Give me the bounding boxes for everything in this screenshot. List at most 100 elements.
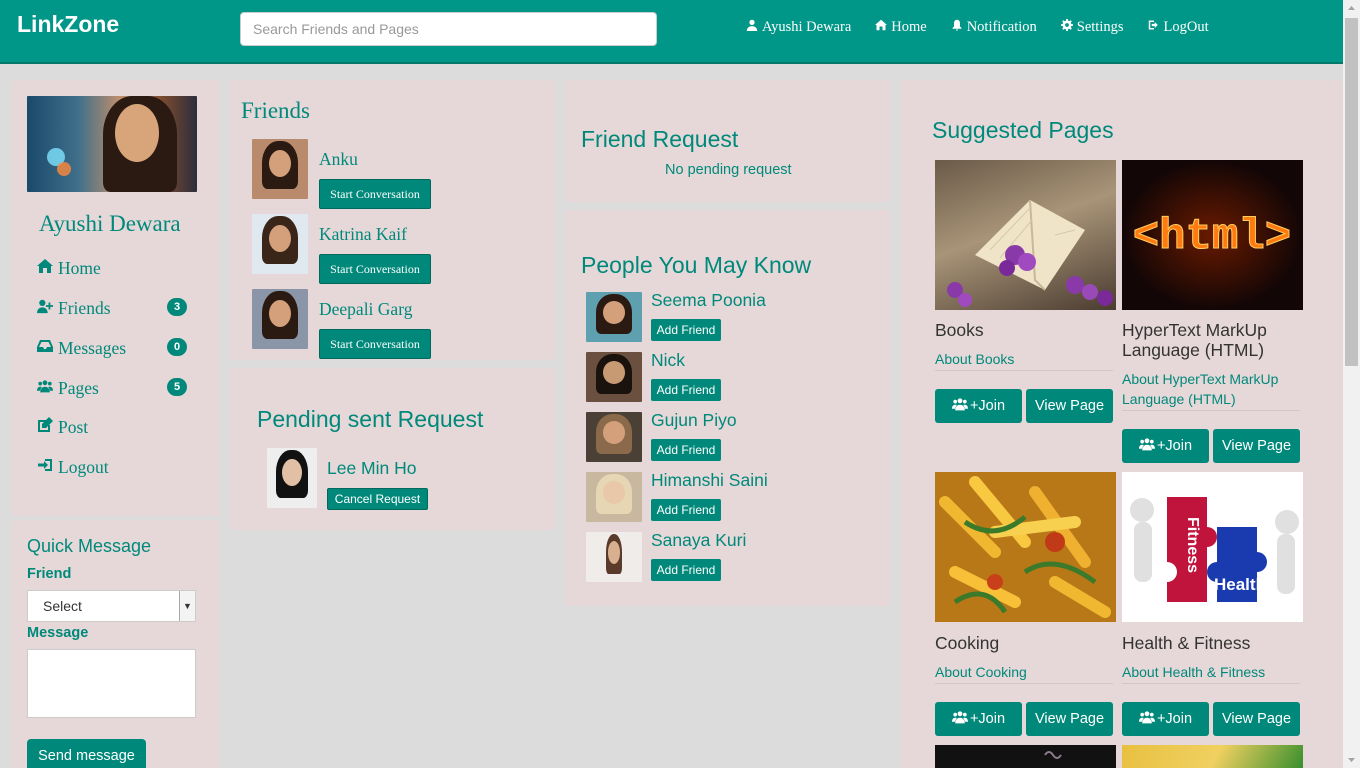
logout-icon xyxy=(1148,19,1160,36)
sidebar-item-friends[interactable]: Friends xyxy=(37,298,111,319)
sidebar-item-logout[interactable]: Logout xyxy=(37,457,109,478)
person-avatar[interactable] xyxy=(586,352,642,402)
profile-username[interactable]: Ayushi Dewara xyxy=(39,211,181,237)
start-conversation-button[interactable]: Start Conversation xyxy=(319,254,431,284)
join-page-button[interactable]: +Join xyxy=(935,702,1022,736)
message-textarea[interactable] xyxy=(27,649,196,718)
view-page-button[interactable]: View Page xyxy=(1213,429,1300,463)
user-icon xyxy=(746,19,758,36)
add-friend-button[interactable]: Add Friend xyxy=(651,559,721,581)
cooking-page-image[interactable] xyxy=(935,472,1116,622)
page-image-partial[interactable] xyxy=(1122,745,1303,768)
friend-avatar[interactable] xyxy=(252,289,308,349)
nav-logout-label: LogOut xyxy=(1163,19,1209,35)
person-name[interactable]: Sanaya Kuri xyxy=(651,530,746,551)
people-you-may-know-panel: People You May Know Seema Poonia Add Fri… xyxy=(565,210,890,606)
page-title[interactable]: Cooking xyxy=(935,633,1116,653)
page-title[interactable]: HyperText MarkUp Language (HTML) xyxy=(1122,320,1303,360)
html-page-image[interactable]: <html> xyxy=(1122,160,1303,310)
add-friend-button[interactable]: Add Friend xyxy=(651,379,721,401)
sidebar-item-messages[interactable]: Messages xyxy=(37,338,126,359)
page-image-partial[interactable] xyxy=(935,745,1116,768)
start-conversation-button[interactable]: Start Conversation xyxy=(319,329,431,359)
add-friend-button[interactable]: Add Friend xyxy=(651,439,721,461)
health-fitness-page-image[interactable]: Fitness Health xyxy=(1122,472,1303,622)
scroll-up-arrow-icon[interactable] xyxy=(1343,0,1360,17)
nav-notification-link[interactable]: Notification xyxy=(951,19,1037,36)
nav-profile-label: Ayushi Dewara xyxy=(762,19,852,35)
join-page-button[interactable]: +Join xyxy=(1122,429,1209,463)
cancel-request-button[interactable]: Cancel Request xyxy=(327,488,428,510)
page-about-link[interactable]: About Books xyxy=(935,349,1116,369)
friend-select-value: Select xyxy=(43,598,82,614)
friend-name[interactable]: Anku xyxy=(319,149,358,170)
page-about-link[interactable]: About Cooking xyxy=(935,662,1116,682)
scroll-down-arrow-icon[interactable] xyxy=(1343,751,1360,768)
add-friend-button[interactable]: Add Friend xyxy=(651,499,721,521)
divider xyxy=(1122,410,1300,411)
bell-icon xyxy=(951,19,963,36)
person-avatar[interactable] xyxy=(586,532,642,582)
sidebar-item-label: Friends xyxy=(58,298,111,318)
add-friend-button[interactable]: Add Friend xyxy=(651,319,721,341)
view-page-button[interactable]: View Page xyxy=(1026,389,1113,423)
fitness-image-text: Fitness xyxy=(1184,517,1201,573)
divider xyxy=(1122,683,1300,684)
users-icon xyxy=(1138,437,1155,455)
home-icon xyxy=(37,258,53,279)
page-about-link[interactable]: About Health & Fitness xyxy=(1122,662,1303,682)
pending-sent-title: Pending sent Request xyxy=(257,406,484,432)
friend-request-title: Friend Request xyxy=(581,126,739,152)
message-label: Message xyxy=(27,625,89,641)
search-input[interactable] xyxy=(240,12,657,46)
person-avatar[interactable] xyxy=(586,412,642,462)
view-page-button[interactable]: View Page xyxy=(1213,702,1300,736)
suggested-pages-title: Suggested Pages xyxy=(932,117,1114,143)
sidebar-item-home[interactable]: Home xyxy=(37,258,101,279)
person-name[interactable]: Seema Poonia xyxy=(651,290,766,311)
users-icon xyxy=(37,378,53,399)
sidebar-item-label: Pages xyxy=(58,378,99,398)
send-message-button[interactable]: Send message xyxy=(27,739,146,768)
users-icon xyxy=(1138,710,1155,728)
person-name[interactable]: Himanshi Saini xyxy=(651,470,768,491)
nav-profile-link[interactable]: Ayushi Dewara xyxy=(746,19,851,36)
pending-friend-avatar[interactable] xyxy=(267,448,317,508)
scroll-thumb[interactable] xyxy=(1345,18,1358,366)
edit-icon xyxy=(37,417,53,438)
users-icon xyxy=(951,710,968,728)
profile-avatar[interactable] xyxy=(27,96,197,192)
page-about-link[interactable]: About HyperText MarkUp Language (HTML) xyxy=(1122,369,1303,409)
home-icon xyxy=(875,19,888,36)
brand-logo[interactable]: LinkZone xyxy=(17,11,119,38)
friend-select[interactable]: Select ▼ xyxy=(27,590,196,622)
join-page-button[interactable]: +Join xyxy=(1122,702,1209,736)
health-image-text: Health xyxy=(1214,575,1266,594)
join-page-button[interactable]: +Join xyxy=(935,389,1022,423)
chevron-down-icon[interactable]: ▼ xyxy=(179,591,195,621)
nav-settings-link[interactable]: Settings xyxy=(1060,19,1124,36)
users-icon xyxy=(951,397,968,415)
pending-friend-name[interactable]: Lee Min Ho xyxy=(327,458,417,479)
page-title[interactable]: Health & Fitness xyxy=(1122,633,1303,653)
start-conversation-button[interactable]: Start Conversation xyxy=(319,179,431,209)
page-scrollbar[interactable] xyxy=(1343,0,1360,768)
sidebar-item-label: Messages xyxy=(58,338,127,358)
sidebar-item-post[interactable]: Post xyxy=(37,417,88,438)
person-name[interactable]: Nick xyxy=(651,350,685,371)
friend-avatar[interactable] xyxy=(252,214,308,274)
join-label: +Join xyxy=(969,398,1006,414)
sidebar-item-pages[interactable]: Pages xyxy=(37,378,99,399)
person-avatar[interactable] xyxy=(586,472,642,522)
friend-name[interactable]: Katrina Kaif xyxy=(319,224,407,245)
view-page-button[interactable]: View Page xyxy=(1026,702,1113,736)
page-title[interactable]: Books xyxy=(935,320,1116,340)
nav-logout-link[interactable]: LogOut xyxy=(1148,19,1209,36)
nav-home-link[interactable]: Home xyxy=(875,19,927,36)
person-name[interactable]: Gujun Piyo xyxy=(651,410,737,431)
friend-avatar[interactable] xyxy=(252,139,308,199)
friend-name[interactable]: Deepali Garg xyxy=(319,299,412,320)
books-page-image[interactable] xyxy=(935,160,1116,310)
quick-message-title: Quick Message xyxy=(27,536,152,556)
person-avatar[interactable] xyxy=(586,292,642,342)
